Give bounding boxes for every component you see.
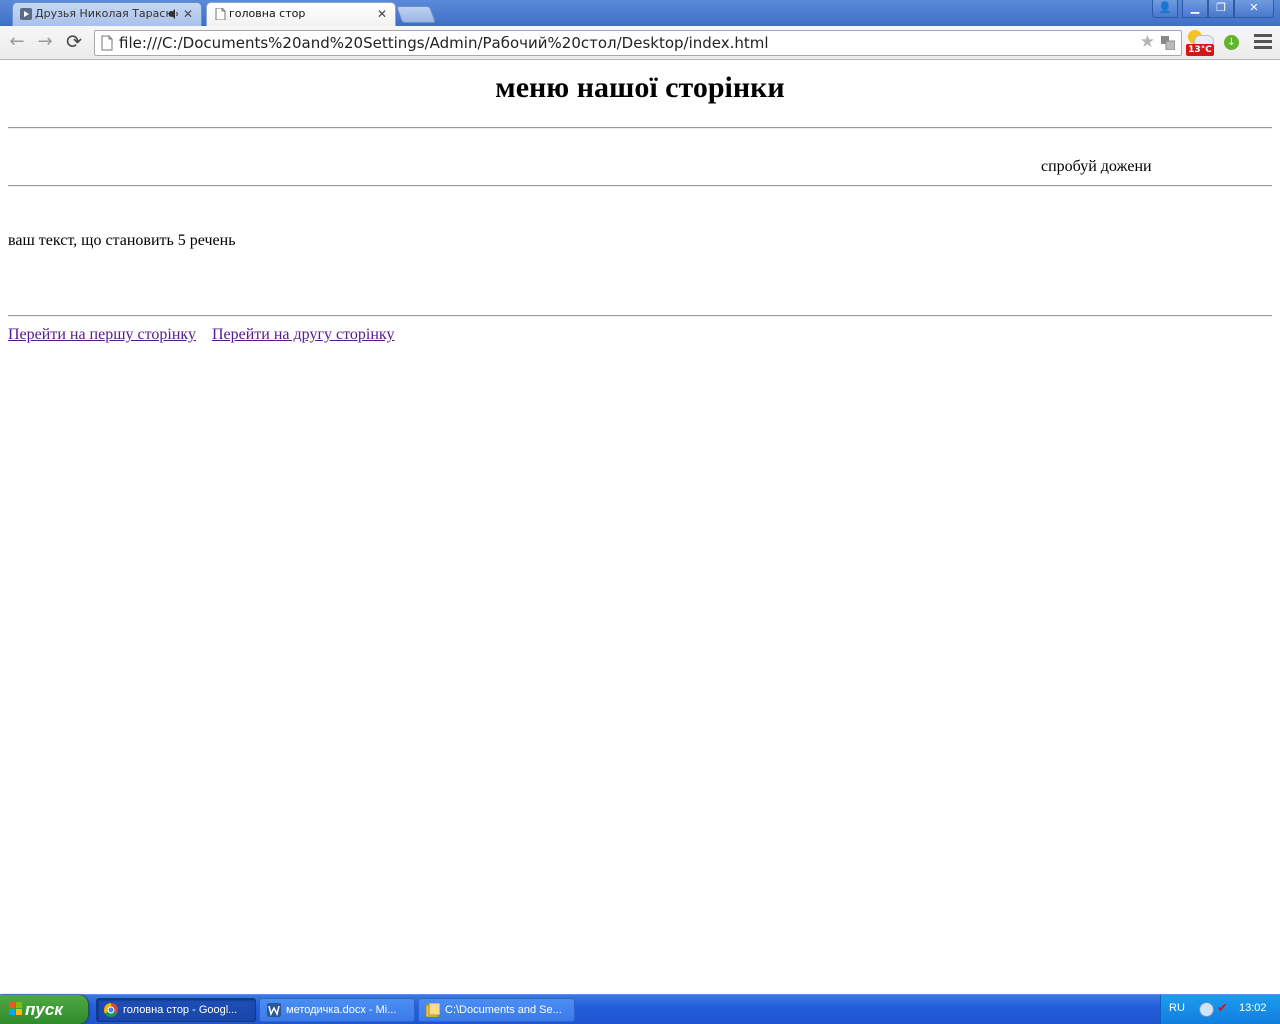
browser-toolbar: ← → ⟳ ★ 13°C ↓: [0, 26, 1280, 60]
page-heading: меню нашої сторінки: [495, 71, 785, 104]
divider: [8, 185, 1272, 187]
clock: 13:02: [1239, 1002, 1267, 1014]
minimize-button[interactable]: ▁: [1182, 0, 1208, 18]
taskbar-item-label: головна стор - Googl...: [123, 1004, 238, 1016]
taskbar: пуск головна стор - Googl... методичка.d…: [0, 994, 1280, 1024]
restore-button[interactable]: ❐: [1208, 0, 1234, 18]
link-first-page[interactable]: Перейти на першу сторінку: [8, 326, 196, 343]
download-extension-icon[interactable]: ↓: [1224, 35, 1239, 50]
tab-close-icon[interactable]: ✕: [375, 3, 389, 25]
start-button[interactable]: пуск: [0, 995, 88, 1024]
taskbar-item-label: методичка.docx - Mi...: [286, 1004, 397, 1016]
address-bar[interactable]: ★: [94, 30, 1182, 56]
taskbar-item-word[interactable]: методичка.docx - Mi...: [259, 998, 415, 1022]
page-icon: [101, 35, 113, 51]
page-links: Перейти на першу сторінку Перейти на друг…: [8, 326, 394, 344]
tab-close-icon[interactable]: ✕: [181, 3, 195, 25]
divider: [8, 315, 1272, 317]
taskbar-item-folder[interactable]: C:\Documents and Se...: [418, 998, 575, 1022]
back-arrow-icon[interactable]: ←: [6, 31, 28, 53]
start-label: пуск: [25, 1000, 63, 1019]
page-favicon-icon: [215, 8, 226, 20]
network-icon[interactable]: [1199, 1002, 1214, 1017]
language-indicator[interactable]: RU: [1169, 1002, 1185, 1014]
weather-temperature: 13°C: [1186, 44, 1214, 56]
divider: [8, 127, 1272, 129]
weather-extension-icon[interactable]: 13°C: [1186, 29, 1214, 57]
word-icon: [267, 1003, 281, 1017]
user-profile-icon[interactable]: 👤: [1152, 0, 1178, 18]
reload-icon[interactable]: ⟳: [63, 31, 85, 53]
tab-main-page[interactable]: головна стор ✕: [206, 2, 396, 26]
video-favicon-icon: [20, 8, 32, 20]
close-window-button[interactable]: ✕: [1234, 0, 1274, 18]
url-input[interactable]: [119, 31, 1131, 55]
windows-flag-icon: [9, 1002, 23, 1016]
new-tab-button[interactable]: [395, 6, 437, 23]
antivirus-icon[interactable]: ✔: [1217, 1002, 1231, 1016]
chrome-icon: [104, 1003, 118, 1017]
taskbar-item-label: C:\Documents and Se...: [445, 1004, 562, 1016]
system-tray: RU ✔ 13:02: [1160, 995, 1280, 1024]
tab-strip: Друзья Николая Тарасю ✕ головна стор ✕ 👤…: [0, 0, 1280, 26]
menu-icon[interactable]: [1254, 34, 1272, 52]
folder-icon: [426, 1003, 440, 1017]
forward-arrow-icon[interactable]: →: [34, 31, 56, 53]
bookmark-star-icon[interactable]: ★: [1140, 32, 1155, 52]
tab-label: головна стор: [229, 7, 306, 20]
taskbar-item-chrome[interactable]: головна стор - Googl...: [96, 998, 256, 1022]
tab-label: Друзья Николая Тарасю: [35, 7, 175, 20]
tab-friends[interactable]: Друзья Николая Тарасю ✕: [12, 2, 202, 26]
speaker-icon[interactable]: [169, 9, 179, 19]
translate-icon[interactable]: [1161, 36, 1175, 50]
link-second-page[interactable]: Перейти на другу сторінку: [212, 326, 394, 343]
web-page: меню нашої сторінки спробуй дожени ваш т…: [0, 61, 1280, 994]
try-text: спробуй дожени: [1041, 158, 1152, 175]
body-text: ваш текст, що становить 5 речень: [8, 232, 236, 249]
